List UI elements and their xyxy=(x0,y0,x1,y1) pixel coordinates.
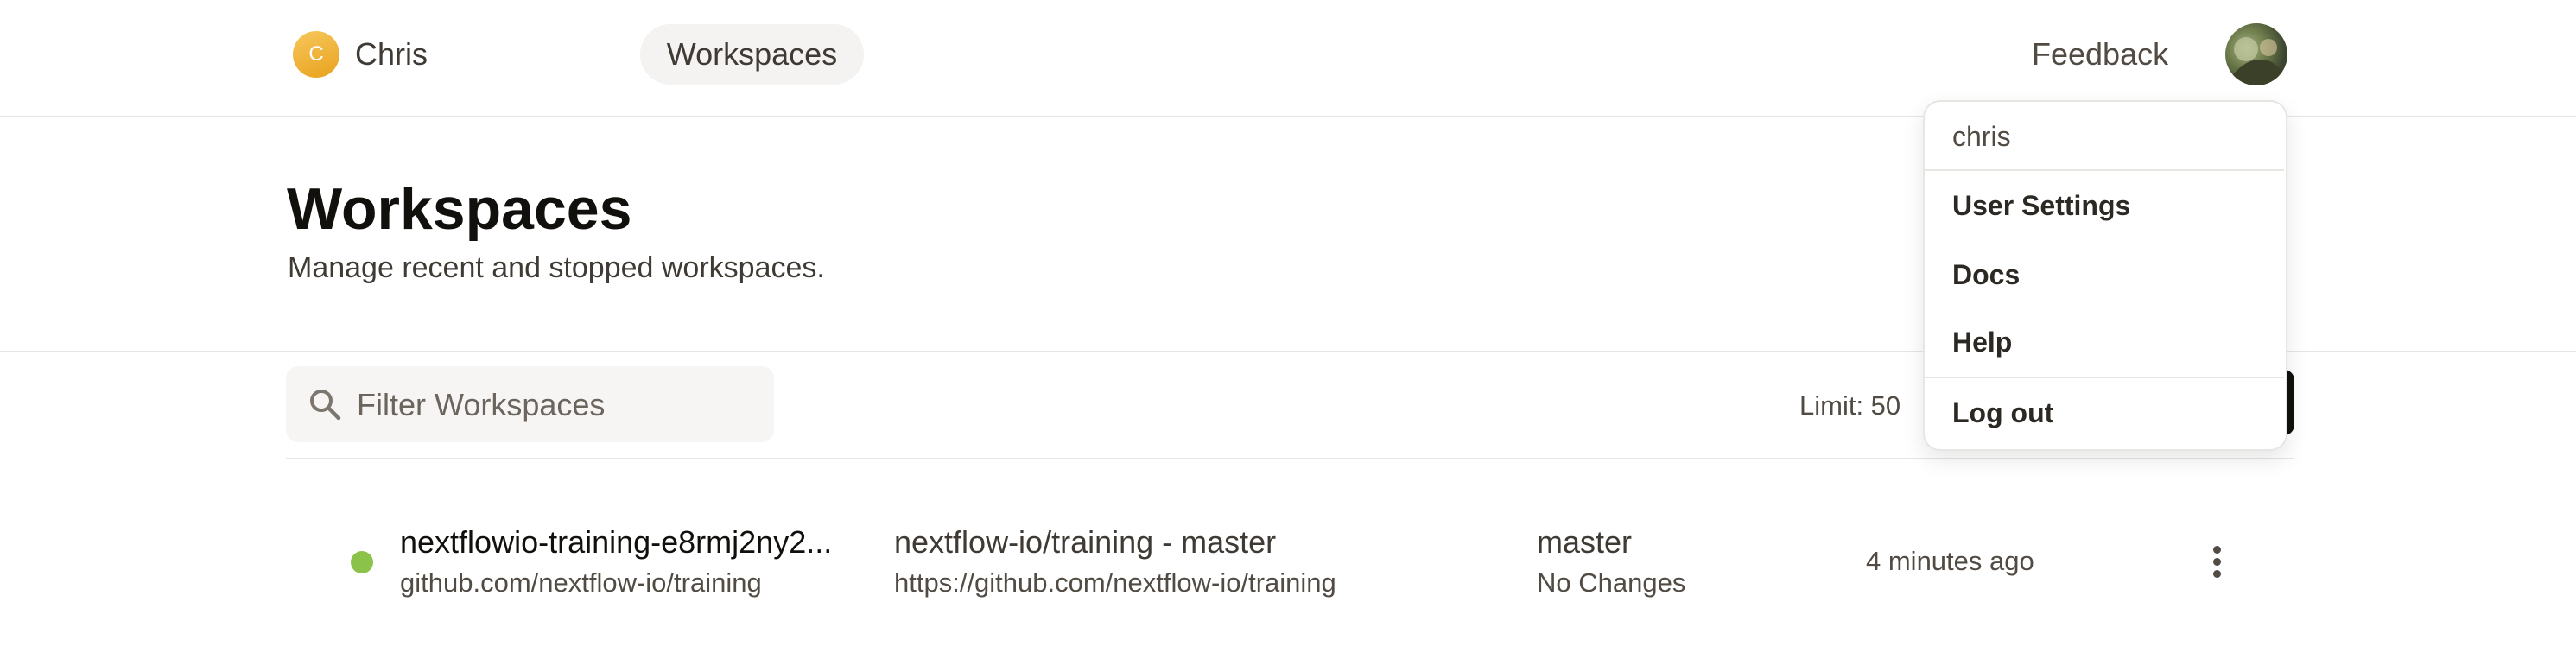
page-subtitle: Manage recent and stopped workspaces. xyxy=(288,251,825,284)
page-title: Workspaces xyxy=(287,176,632,242)
more-options-icon[interactable] xyxy=(2201,539,2232,584)
search-icon xyxy=(310,390,341,421)
workspace-last-active: 4 minutes ago xyxy=(1866,546,2034,576)
nav-workspaces-tab[interactable]: Workspaces xyxy=(640,24,864,85)
feedback-link[interactable]: Feedback xyxy=(2032,35,2168,74)
org-avatar[interactable]: C xyxy=(293,31,339,78)
menu-divider xyxy=(1925,377,2284,378)
menu-item-docs[interactable]: Docs xyxy=(1952,257,2020,292)
user-avatar-button[interactable] xyxy=(2225,23,2287,86)
workspace-branch: master xyxy=(1537,524,1633,560)
avatar-photo-icon xyxy=(2225,37,2286,86)
workspace-context-url[interactable]: https://github.com/nextflow-io/training xyxy=(894,567,1336,599)
table-divider xyxy=(286,458,2294,459)
workspace-name[interactable]: nextflowio-training-e8rmj2ny2... xyxy=(400,523,832,561)
menu-item-log-out[interactable]: Log out xyxy=(1952,396,2053,430)
org-switcher-name[interactable]: Chris xyxy=(355,35,428,74)
menu-divider xyxy=(1925,169,2284,171)
limit-select[interactable]: Limit: 50 xyxy=(1799,390,1900,421)
workspace-status-indicator xyxy=(351,551,373,573)
menu-item-user-settings[interactable]: User Settings xyxy=(1952,188,2130,223)
workspace-context-title: nextflow-io/training - master xyxy=(894,524,1277,560)
workspace-changes: No Changes xyxy=(1537,567,1686,598)
workspace-repo: github.com/nextflow-io/training xyxy=(400,567,762,598)
menu-username: chris xyxy=(1952,121,2011,152)
menu-item-help[interactable]: Help xyxy=(1952,325,2012,359)
filter-workspaces-input[interactable] xyxy=(355,373,765,437)
